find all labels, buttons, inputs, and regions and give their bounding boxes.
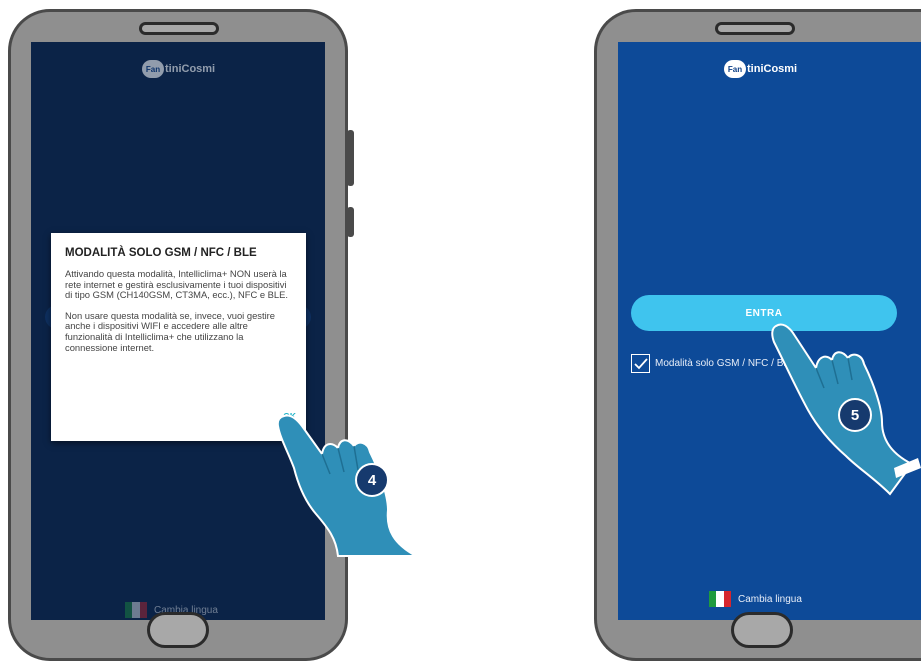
hand-pointer-icon — [276, 414, 417, 557]
check-icon — [633, 357, 648, 369]
logo-mark: Fan — [142, 60, 164, 78]
home-button — [147, 612, 209, 648]
step-badge: 4 — [355, 463, 389, 497]
change-language-label: Cambia lingua — [738, 593, 802, 605]
fantinicosmi-logo: Fan tiniCosmi — [724, 60, 797, 78]
home-button — [731, 612, 793, 648]
speaker-grille — [715, 22, 795, 35]
change-language-link[interactable]: Cambia lingua — [709, 591, 802, 607]
logo-text: tiniCosmi — [747, 63, 798, 75]
power-side-button — [347, 130, 354, 186]
logo-text: tiniCosmi — [165, 63, 216, 75]
volume-side-button — [347, 207, 354, 237]
italian-flag-icon — [125, 602, 147, 618]
italian-flag-icon — [709, 591, 731, 607]
step-badge: 5 — [838, 398, 872, 432]
dialog-paragraph: Attivando questa modalità, Intelliclima+… — [65, 268, 288, 301]
dialog-paragraph: Non usare questa modalità se, invece, vu… — [65, 309, 276, 353]
mode-info-dialog: MODALITÀ SOLO GSM / NFC / BLE Attivando … — [51, 233, 306, 441]
gsm-mode-checkbox[interactable] — [631, 354, 650, 373]
dialog-title: MODALITÀ SOLO GSM / NFC / BLE — [65, 247, 257, 259]
left-phone: Fan tiniCosmi MODALITÀ SOLO GSM / NFC / … — [8, 9, 354, 661]
speaker-grille — [139, 22, 219, 35]
fantinicosmi-logo: Fan tiniCosmi — [142, 60, 215, 78]
logo-mark: Fan — [724, 60, 746, 78]
